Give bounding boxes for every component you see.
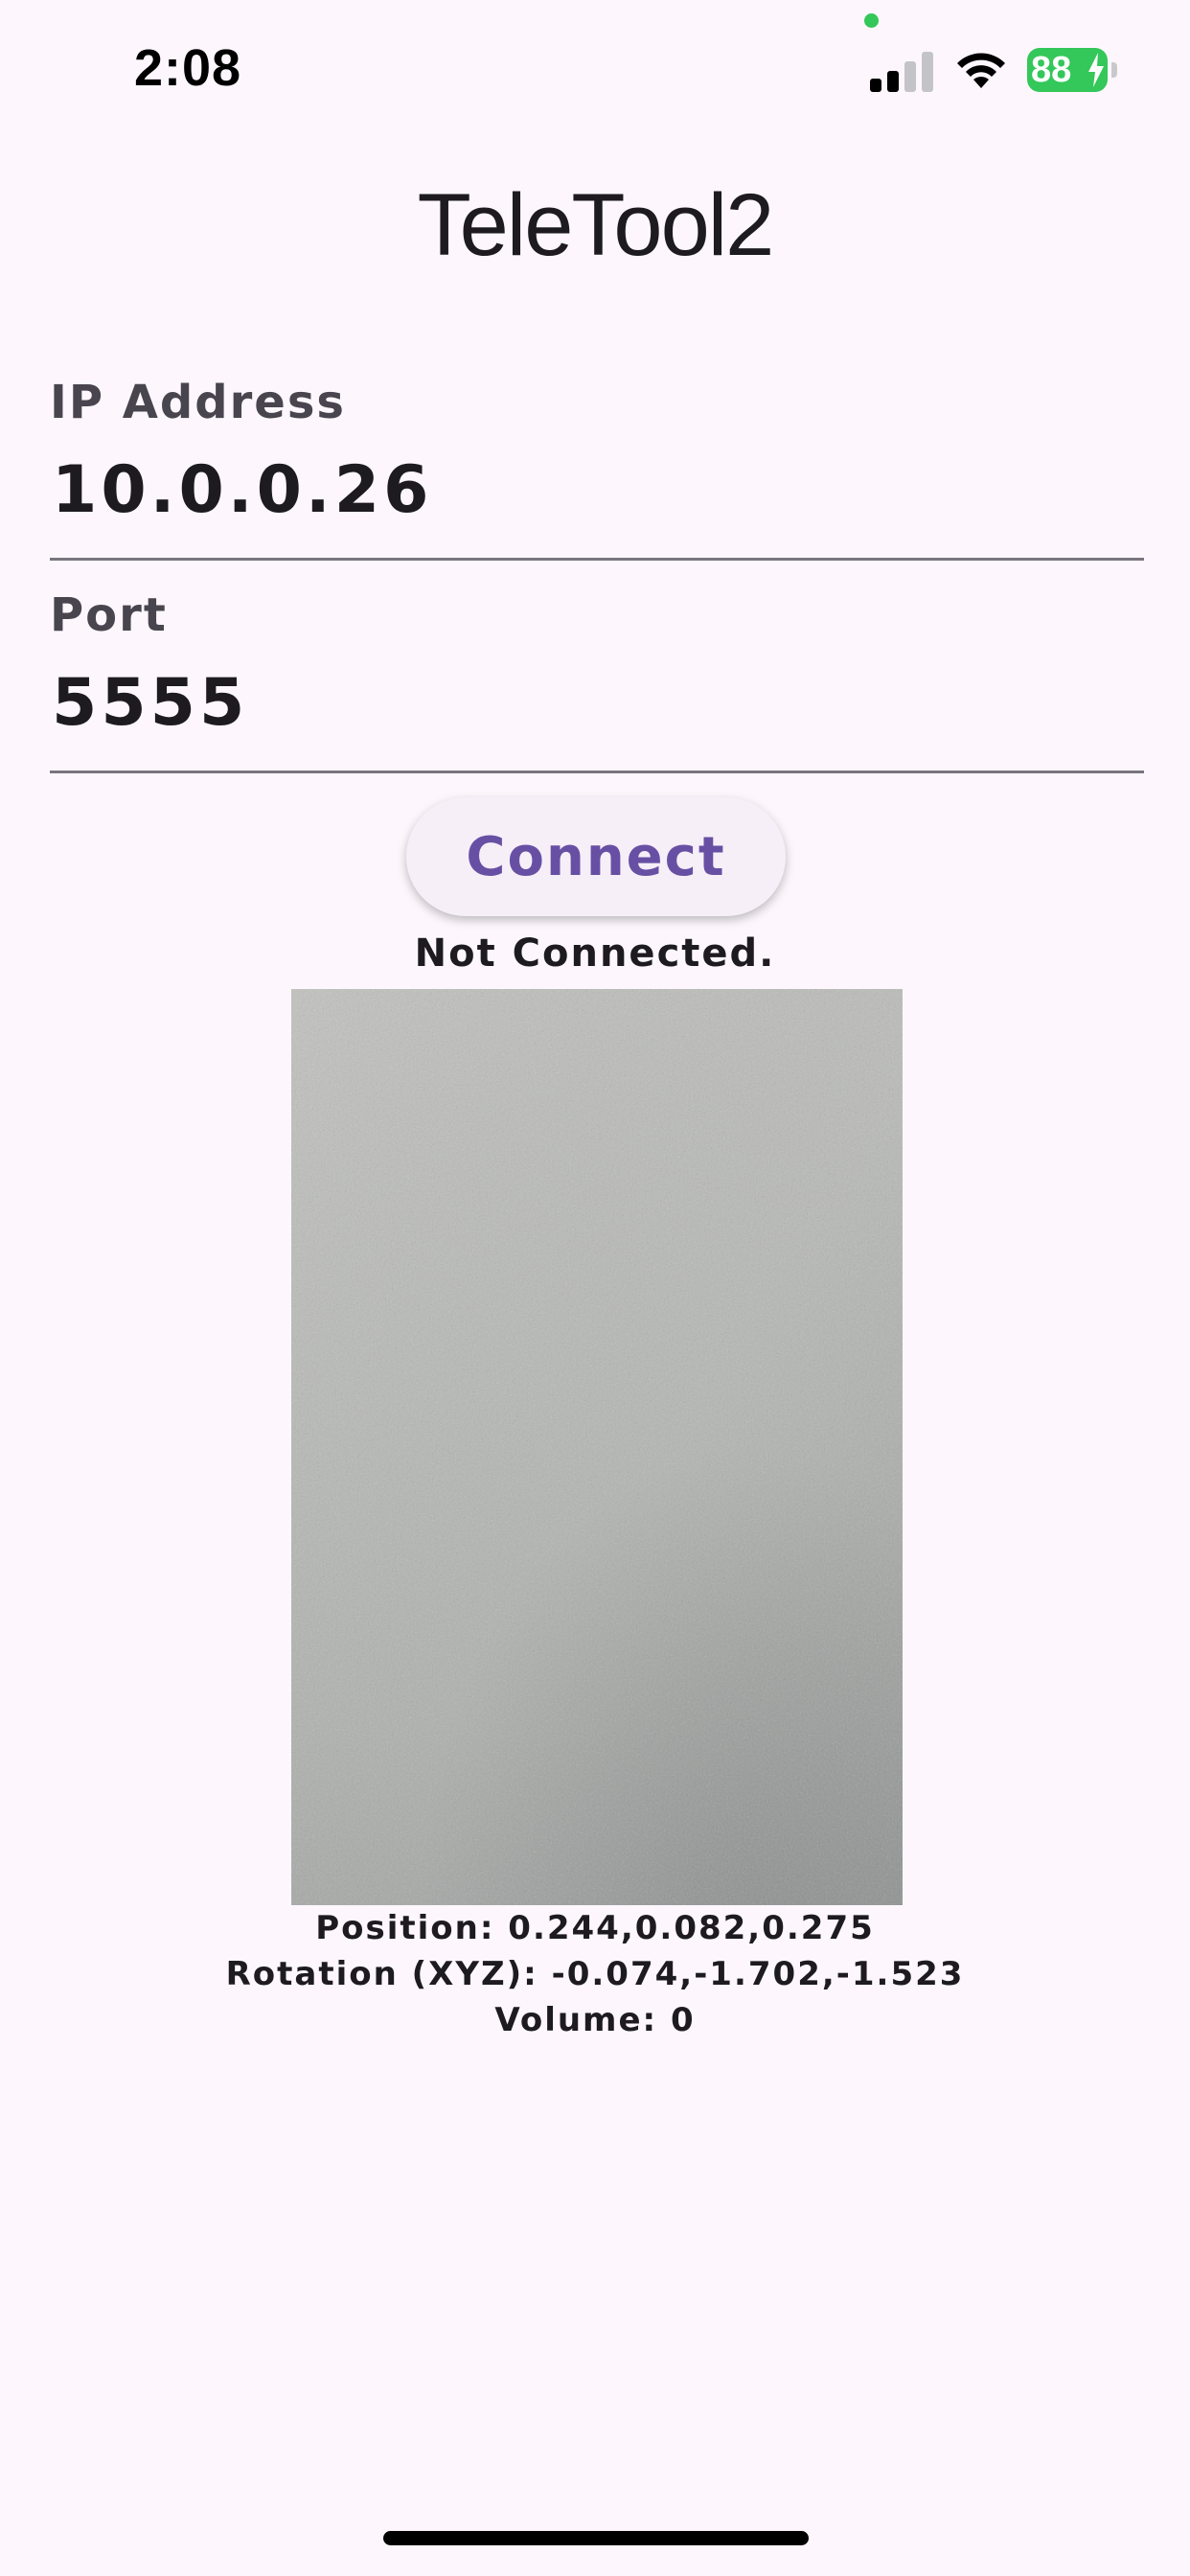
charging-bolt-icon [1088, 53, 1104, 87]
status-time: 2:08 [134, 39, 242, 97]
cellular-signal-icon [870, 52, 933, 92]
battery-icon: 88 [1027, 48, 1119, 92]
camera-preview [291, 989, 903, 1905]
camera-preview-image [291, 989, 903, 1905]
rotation-readout: Rotation (XYZ): -0.074,-1.702,-1.523 [225, 1955, 965, 1993]
home-indicator[interactable] [383, 2531, 809, 2545]
status-bar: 2:08 88 [0, 0, 1190, 144]
page-title: TeleTool2 [417, 176, 775, 274]
sensor-readouts: Position: 0.244,0.082,0.275 Rotation (XY… [0, 1905, 1190, 2043]
connection-status: Not Connected. [414, 932, 776, 976]
port-label: Port [50, 588, 168, 642]
battery-level: 88 [1031, 50, 1072, 90]
port-underline [50, 770, 1144, 773]
ip-address-input[interactable]: 10.0.0.26 [52, 452, 432, 528]
position-readout: Position: 0.244,0.082,0.275 [315, 1909, 875, 1947]
battery-tip [1111, 62, 1117, 78]
app-screen: 2:08 88 TeleTool2 IP Address 10.0.0.26 P… [0, 0, 1190, 2576]
ip-address-label: IP Address [50, 376, 346, 429]
privacy-indicator-dot [864, 13, 879, 28]
port-input[interactable]: 5555 [52, 665, 248, 741]
volume-readout: Volume: 0 [494, 2001, 696, 2039]
ip-address-underline [50, 558, 1144, 561]
connect-button[interactable]: Connect [406, 797, 786, 916]
wifi-icon [957, 53, 1005, 88]
